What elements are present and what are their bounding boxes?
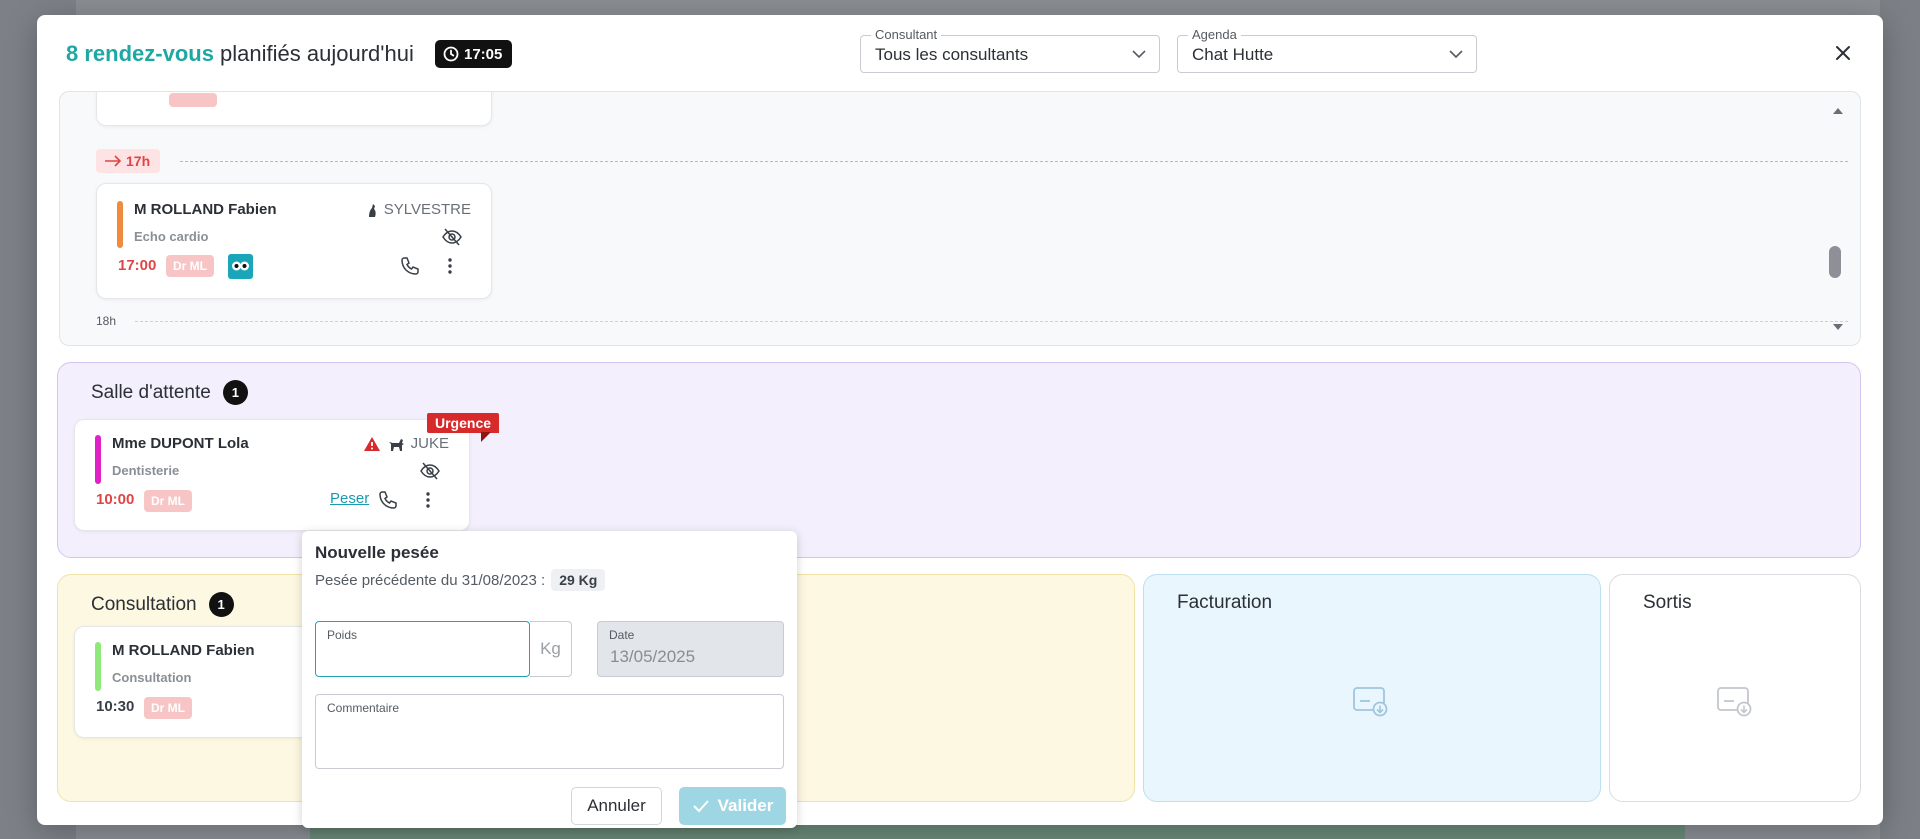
animal-name: SYLVESTRE xyxy=(383,201,471,218)
phone-icon[interactable] xyxy=(377,489,399,511)
consultation-count: 1 xyxy=(208,592,234,617)
agenda-value: Chat Hutte xyxy=(1192,45,1274,64)
current-time-badge: 17:05 xyxy=(435,40,513,68)
weight-unit: Kg xyxy=(530,621,572,677)
previous-weight-value: 29 Kg xyxy=(551,569,606,591)
previous-weight-label: Pesée précédente du 31/08/2023 : xyxy=(315,571,546,589)
urgent-badge-fold xyxy=(481,432,491,442)
hour-marker-text: 17h xyxy=(126,153,151,169)
arrow-right-icon xyxy=(105,155,122,167)
eye-off-icon[interactable] xyxy=(441,226,463,248)
hour-label-18: 18h xyxy=(96,314,117,328)
owl-icon xyxy=(228,254,253,279)
weigh-popover: Nouvelle pesée Pesée précédente du 31/08… xyxy=(302,531,797,828)
consultant-select[interactable]: Consultant Tous les consultants xyxy=(860,27,1160,73)
popover-title: Nouvelle pesée xyxy=(315,543,439,562)
comment-field[interactable]: Commentaire xyxy=(315,694,784,769)
doctor-badge: Dr ML xyxy=(166,255,214,277)
exits-title: Sortis xyxy=(1643,592,1692,613)
confirm-button[interactable]: Valider xyxy=(679,787,786,825)
modal-header: 8 rendez-vous planifiés aujourd'hui 17:0… xyxy=(37,15,1883,91)
previous-weight: Pesée précédente du 31/08/2023 : 29 Kg xyxy=(315,569,606,591)
warning-icon xyxy=(363,436,380,451)
weight-label: Poids xyxy=(327,628,358,642)
chevron-down-icon xyxy=(1132,50,1146,59)
title-text: planifiés aujourd'hui xyxy=(213,41,414,66)
status-bar xyxy=(95,642,101,691)
date-value: 13/05/2025 xyxy=(610,647,696,666)
check-icon xyxy=(692,800,709,813)
appointment-time: 17:00 xyxy=(118,257,157,274)
eye-off-icon[interactable] xyxy=(419,460,441,482)
appointment-card[interactable]: M ROLLAND Fabien SYLVESTRE Echo cardio 1… xyxy=(96,183,492,299)
drop-zone-icon xyxy=(1353,687,1388,717)
cancel-button[interactable]: Annuler xyxy=(571,787,662,825)
waiting-room-label: Salle d'attente xyxy=(91,381,211,403)
appointments-modal: 8 rendez-vous planifiés aujourd'hui 17:0… xyxy=(37,15,1883,828)
billing-section: Facturation xyxy=(1143,574,1601,802)
consultant-label: Consultant xyxy=(871,27,942,42)
animal-name: JUKE xyxy=(410,435,449,452)
consultant-value: Tous les consultants xyxy=(875,45,1029,64)
doctor-badge: Dr ML xyxy=(144,697,192,719)
day-timeline[interactable]: 17h M ROLLAND Fabien SYLVESTRE Echo card… xyxy=(59,91,1861,346)
appointment-count: 8 rendez-vous xyxy=(66,41,214,66)
date-label: Date xyxy=(609,628,635,642)
consultation-title: Consultation 1 xyxy=(91,592,234,617)
chevron-down-icon xyxy=(1449,50,1463,59)
appointment-time: 10:00 xyxy=(96,491,135,508)
waiting-room-section: Salle d'attente 1 Mme DUPONT Lola JUKE D… xyxy=(57,362,1861,558)
exits-section: Sortis xyxy=(1609,574,1861,802)
previous-appointment-card[interactable] xyxy=(96,92,492,126)
current-hour-marker: 17h xyxy=(96,149,161,173)
appointment-type: Echo cardio xyxy=(134,229,209,244)
comment-label: Commentaire xyxy=(327,701,400,715)
client-name: Mme DUPONT Lola xyxy=(112,435,249,452)
scroll-arrows[interactable] xyxy=(1832,104,1844,334)
animal-tag: SYLVESTRE xyxy=(366,201,471,218)
agenda-label: Agenda xyxy=(1188,27,1241,42)
close-icon[interactable] xyxy=(1833,43,1853,63)
weigh-link[interactable]: Peser xyxy=(330,490,369,507)
client-name: M ROLLAND Fabien xyxy=(112,642,255,659)
scrollbar-thumb[interactable] xyxy=(1829,246,1841,278)
doctor-badge: Dr ML xyxy=(144,490,192,512)
page-title: 8 rendez-vous planifiés aujourd'hui xyxy=(66,41,414,67)
background-right-panel xyxy=(1880,0,1920,839)
appointment-time: 10:30 xyxy=(96,698,135,715)
hour-line-18 xyxy=(135,321,1848,322)
phone-icon[interactable] xyxy=(399,255,421,277)
billing-title: Facturation xyxy=(1177,592,1273,613)
clock-icon xyxy=(443,46,459,62)
cat-icon xyxy=(368,203,376,217)
urgent-badge: Urgence xyxy=(427,413,500,433)
consultation-label: Consultation xyxy=(91,593,197,615)
client-name: M ROLLAND Fabien xyxy=(134,201,277,218)
dog-icon xyxy=(388,438,404,451)
waiting-room-count: 1 xyxy=(222,380,248,405)
status-bar xyxy=(95,435,101,484)
status-bar xyxy=(117,201,123,248)
doctor-badge-partial xyxy=(169,93,217,107)
more-vertical-icon[interactable] xyxy=(439,255,461,277)
agenda-select[interactable]: Agenda Chat Hutte xyxy=(1177,27,1477,73)
more-vertical-icon[interactable] xyxy=(417,489,439,511)
clock-text: 17:05 xyxy=(464,45,503,63)
waiting-appointment-card[interactable]: Mme DUPONT Lola JUKE Dentisterie 10:00 D… xyxy=(74,419,470,531)
date-field: Date 13/05/2025 xyxy=(597,621,784,677)
appointment-type: Consultation xyxy=(112,670,192,685)
weight-field[interactable]: Poids xyxy=(315,621,530,677)
appointment-type: Dentisterie xyxy=(112,463,180,478)
confirm-label: Valider xyxy=(717,796,774,815)
animal-tag: JUKE xyxy=(363,435,449,452)
current-hour-line xyxy=(180,161,1848,162)
waiting-room-title: Salle d'attente 1 xyxy=(91,380,248,405)
drop-zone-icon xyxy=(1717,687,1752,717)
